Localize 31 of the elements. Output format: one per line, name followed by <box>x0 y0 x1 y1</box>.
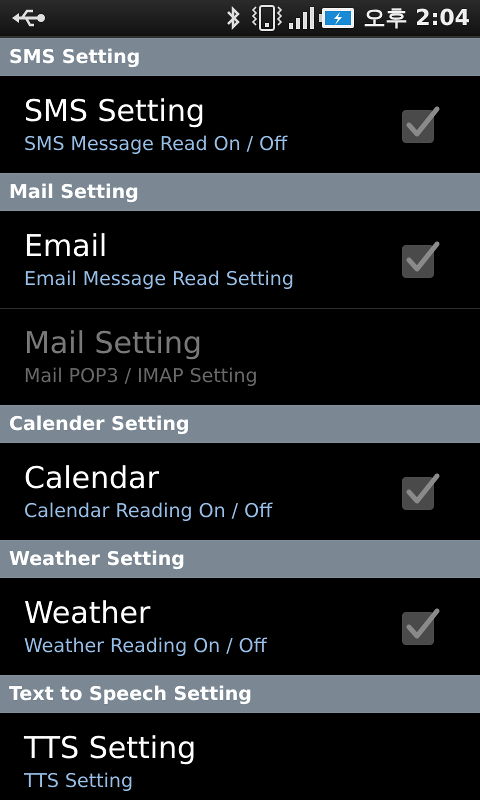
clock-time: 오후 2:04 <box>364 5 470 33</box>
item-title: TTS Setting <box>24 730 198 768</box>
preference-item[interactable]: SMS Setting SMS Message Read On / Off <box>0 76 480 173</box>
vibrate-icon <box>250 4 283 32</box>
item-title: Weather <box>24 594 152 632</box>
section-header: Mail Setting <box>0 173 480 211</box>
item-summary: Mail POP3 / IMAP Setting <box>24 364 259 389</box>
item-summary: Email Message Read Setting <box>24 266 295 292</box>
item-title: Email <box>24 228 108 266</box>
item-title: Mail Setting <box>24 325 203 363</box>
item-summary: Weather Reading On / Off <box>24 634 268 658</box>
checkbox[interactable] <box>400 240 440 280</box>
checkbox[interactable] <box>400 104 440 144</box>
item-title: Calendar <box>24 460 160 498</box>
item-summary: TTS Setting <box>24 768 134 794</box>
section-header: Weather Setting <box>0 540 480 578</box>
preference-item[interactable]: Email Email Message Read Setting <box>0 211 480 308</box>
checkbox[interactable] <box>400 606 440 646</box>
signal-icon <box>288 6 314 30</box>
section-header: Text to Speech Setting <box>0 675 480 713</box>
preference-item[interactable]: Weather Weather Reading On / Off <box>0 578 480 675</box>
item-summary: SMS Message Read On / Off <box>24 132 289 156</box>
section-header: Calender Setting <box>0 405 480 443</box>
section-header: SMS Setting <box>0 38 480 76</box>
battery-charging-icon <box>318 6 355 30</box>
item-summary: Calendar Reading On / Off <box>24 498 274 524</box>
item-title: SMS Setting <box>24 92 206 130</box>
checkbox[interactable] <box>400 472 440 512</box>
preference-item[interactable]: TTS Setting TTS Setting <box>0 713 480 800</box>
preference-item[interactable]: Calendar Calendar Reading On / Off <box>0 443 480 540</box>
usb-icon <box>12 8 46 28</box>
